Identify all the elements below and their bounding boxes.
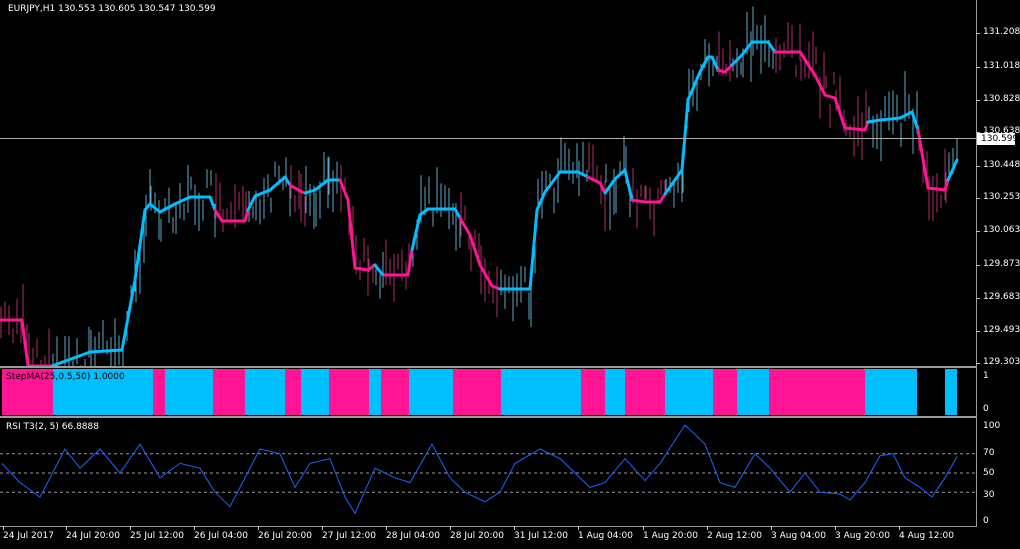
time-axis-tick bbox=[386, 526, 387, 530]
time-axis-label: 3 Aug 20:00 bbox=[835, 531, 890, 541]
time-axis-tick bbox=[835, 526, 836, 530]
time-axis-tick bbox=[899, 526, 900, 530]
time-axis-label: 24 Jul 20:00 bbox=[66, 531, 120, 541]
time-axis-label: 1 Aug 04:00 bbox=[578, 531, 633, 541]
stepma-scale-max: 1 bbox=[983, 371, 989, 381]
time-axis-label: 24 Jul 2017 bbox=[3, 531, 54, 541]
price-pane-border bbox=[0, 0, 977, 367]
price-scale-label: 130.638 bbox=[983, 126, 1020, 136]
time-axis-label: 26 Jul 04:00 bbox=[194, 531, 248, 541]
price-scale-tick bbox=[976, 33, 980, 34]
time-axis-label: 2 Aug 12:00 bbox=[707, 531, 762, 541]
price-scale-tick bbox=[976, 265, 980, 266]
time-axis-label: 25 Jul 12:00 bbox=[130, 531, 184, 541]
price-scale-tick bbox=[976, 298, 980, 299]
time-axis-tick bbox=[707, 526, 708, 530]
rsi-scale-label: 30 bbox=[983, 490, 995, 500]
price-scale-label: 130.828 bbox=[983, 94, 1020, 104]
price-scale-label: 130.448 bbox=[983, 160, 1020, 170]
stepma-scale-min: 0 bbox=[983, 404, 989, 414]
rsi-scale-label: 70 bbox=[983, 448, 995, 458]
time-axis-label: 28 Jul 04:00 bbox=[386, 531, 440, 541]
rsi-pane-border bbox=[0, 417, 977, 527]
time-axis-label: 27 Jul 12:00 bbox=[322, 531, 376, 541]
time-axis-tick bbox=[66, 526, 67, 530]
time-axis-tick bbox=[130, 526, 131, 530]
price-scale-tick bbox=[976, 363, 980, 364]
time-axis-tick bbox=[771, 526, 772, 530]
price-scale-tick bbox=[976, 166, 980, 167]
time-axis-label: 31 Jul 12:00 bbox=[514, 531, 568, 541]
time-axis-tick bbox=[322, 526, 323, 530]
rsi-scale-label: 100 bbox=[983, 421, 1001, 431]
price-scale-label: 129.303 bbox=[983, 357, 1020, 367]
price-scale-label: 129.493 bbox=[983, 325, 1020, 335]
current-price-line bbox=[0, 138, 976, 139]
rsi-scale-label: 0 bbox=[983, 516, 989, 526]
time-axis-tick bbox=[3, 526, 4, 530]
price-scale-label: 131.208 bbox=[983, 27, 1020, 37]
price-scale-label: 130.063 bbox=[983, 225, 1020, 235]
stepma-pane-border bbox=[0, 367, 977, 417]
price-scale-tick bbox=[976, 132, 980, 133]
time-axis-tick bbox=[450, 526, 451, 530]
time-axis-label: 26 Jul 20:00 bbox=[258, 531, 312, 541]
price-scale-tick bbox=[976, 198, 980, 199]
time-axis-tick bbox=[194, 526, 195, 530]
price-scale-tick bbox=[976, 231, 980, 232]
time-axis-label: 4 Aug 12:00 bbox=[899, 531, 954, 541]
time-axis-label: 1 Aug 20:00 bbox=[643, 531, 698, 541]
price-scale-tick bbox=[976, 67, 980, 68]
price-scale-tick bbox=[976, 331, 980, 332]
time-axis-tick bbox=[643, 526, 644, 530]
time-axis-label: 3 Aug 04:00 bbox=[771, 531, 826, 541]
time-axis-tick bbox=[258, 526, 259, 530]
price-scale-label: 131.018 bbox=[983, 61, 1020, 71]
price-scale-label: 129.873 bbox=[983, 259, 1020, 269]
rsi-scale-label: 50 bbox=[983, 468, 995, 478]
time-axis-tick bbox=[578, 526, 579, 530]
price-scale-tick bbox=[976, 100, 980, 101]
price-scale-label: 130.253 bbox=[983, 192, 1020, 202]
time-axis-label: 28 Jul 20:00 bbox=[450, 531, 504, 541]
price-scale-label: 129.683 bbox=[983, 292, 1020, 302]
time-axis-tick bbox=[514, 526, 515, 530]
